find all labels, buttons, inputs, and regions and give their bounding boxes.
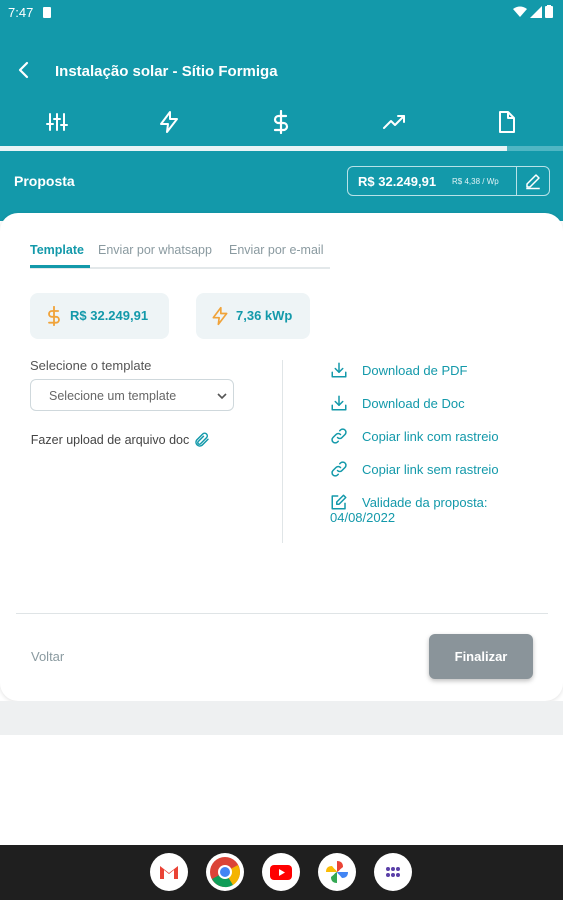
status-icons [513,5,553,18]
proposal-bar: Proposta R$ 32.249,91 R$ 4,38 / Wp [0,151,563,221]
app-drawer-icon[interactable] [374,853,412,891]
proposal-price: R$ 32.249,91 [358,174,437,189]
back-arrow-icon[interactable] [14,60,34,80]
link-icon [331,428,347,444]
template-select[interactable]: Selecione um template [30,379,234,411]
download-pdf-label: Download de PDF [362,363,468,378]
lightning-icon[interactable] [157,110,181,134]
price-per-wp: R$ 4,38 / Wp [452,177,499,186]
download-icon [331,395,347,411]
signal-icon [530,5,542,18]
wifi-icon [513,6,527,17]
battery-icon [545,5,553,18]
download-doc-label: Download de Doc [362,396,465,411]
template-select-label: Selecione o template [30,358,152,373]
sim-icon [43,7,51,18]
column-divider [282,360,283,543]
total-price-chip: R$ 32.249,91 [30,293,169,339]
back-button[interactable]: Voltar [31,649,64,664]
proposal-validity[interactable]: Validade da proposta: 04/08/2022 [330,493,530,529]
copy-link-tracking-label: Copiar link com rastreio [362,429,499,444]
subtabs: Template Enviar por whatsapp Enviar por … [30,241,330,269]
gmail-app-icon[interactable] [150,853,188,891]
total-price-value: R$ 32.249,91 [70,308,149,323]
tab-whatsapp[interactable]: Enviar por whatsapp [98,243,212,257]
active-tab-indicator [30,265,90,268]
proposal-label: Proposta [14,173,75,189]
step-tabs [0,100,563,146]
chevron-down-icon [217,393,227,400]
footer-divider [16,613,548,614]
trending-up-icon[interactable] [382,110,406,134]
price-box-divider [516,167,517,195]
tab-template[interactable]: Template [30,243,84,257]
proposal-validity-label: Validade da proposta: 04/08/2022 [330,495,488,525]
price-box: R$ 32.249,91 R$ 4,38 / Wp [347,166,550,196]
upload-doc-link[interactable]: Fazer upload de arquivo doc [30,433,190,447]
youtube-app-icon[interactable] [262,853,300,891]
lightning-icon [212,306,228,326]
page-title: Instalação solar - Sítio Formiga [55,63,278,80]
paperclip-icon[interactable] [193,431,211,449]
template-select-value: Selecione um template [49,389,177,403]
power-value: 7,36 kWp [236,308,293,323]
chrome-app-icon[interactable] [206,853,244,891]
download-icon [331,362,347,378]
power-chip: 7,36 kWp [196,293,310,339]
dollar-icon[interactable] [269,110,293,134]
sliders-icon[interactable] [45,110,69,134]
copy-link-no-tracking-label: Copiar link sem rastreio [362,462,499,477]
dollar-icon [48,306,60,326]
bottom-background [0,701,563,735]
tab-email[interactable]: Enviar por e-mail [229,243,323,257]
link-icon [331,461,347,477]
taskbar [0,845,563,900]
document-icon[interactable] [494,110,518,134]
status-time: 7:47 [8,5,34,20]
finish-button[interactable]: Finalizar [429,634,533,679]
photos-app-icon[interactable] [318,853,356,891]
edit-price-icon[interactable] [524,172,542,190]
status-bar: 7:47 [0,0,563,26]
proposal-panel: Template Enviar por whatsapp Enviar por … [0,213,563,701]
